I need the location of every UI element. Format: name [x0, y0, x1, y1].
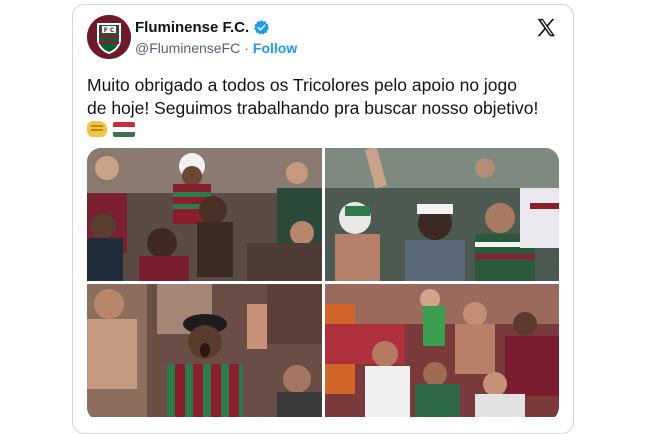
photo-crowd-celebrating[interactable] [325, 284, 559, 417]
media-grid [87, 148, 559, 421]
tweet-embed-card: F C Fluminense F.C. @FluminenseFC · Foll… [72, 4, 574, 434]
verified-badge-icon [253, 19, 270, 36]
separator-dot: · [244, 40, 249, 56]
handle[interactable]: @FluminenseFC [135, 40, 240, 56]
tweet-text: Muito obrigado a todos os Tricolores pel… [87, 74, 567, 137]
x-logo-icon[interactable] [535, 17, 557, 39]
photo-fans-child-on-shoulders[interactable] [87, 148, 322, 281]
avatar[interactable]: F C [87, 15, 131, 59]
emoji-row [87, 121, 567, 137]
follow-button[interactable]: Follow [253, 40, 297, 56]
tweet-text-line-1: Muito obrigado a todos os Tricolores pel… [87, 75, 517, 95]
fist-emoji-icon [87, 121, 107, 137]
fluminense-crest-icon: F C [87, 15, 131, 59]
display-name[interactable]: Fluminense F.C. [135, 19, 249, 36]
photo-fans-cheering-arms-up[interactable] [325, 148, 559, 281]
tweet-text-line-2: de hoje! Seguimos trabalhando pra buscar… [87, 98, 539, 118]
photo-fan-shouting-cap[interactable] [87, 284, 322, 417]
hungary-flag-emoji-icon [113, 121, 135, 137]
svg-text:F C: F C [104, 27, 115, 34]
handle-row: @FluminenseFC · Follow [135, 40, 297, 56]
name-row: Fluminense F.C. [135, 19, 270, 36]
